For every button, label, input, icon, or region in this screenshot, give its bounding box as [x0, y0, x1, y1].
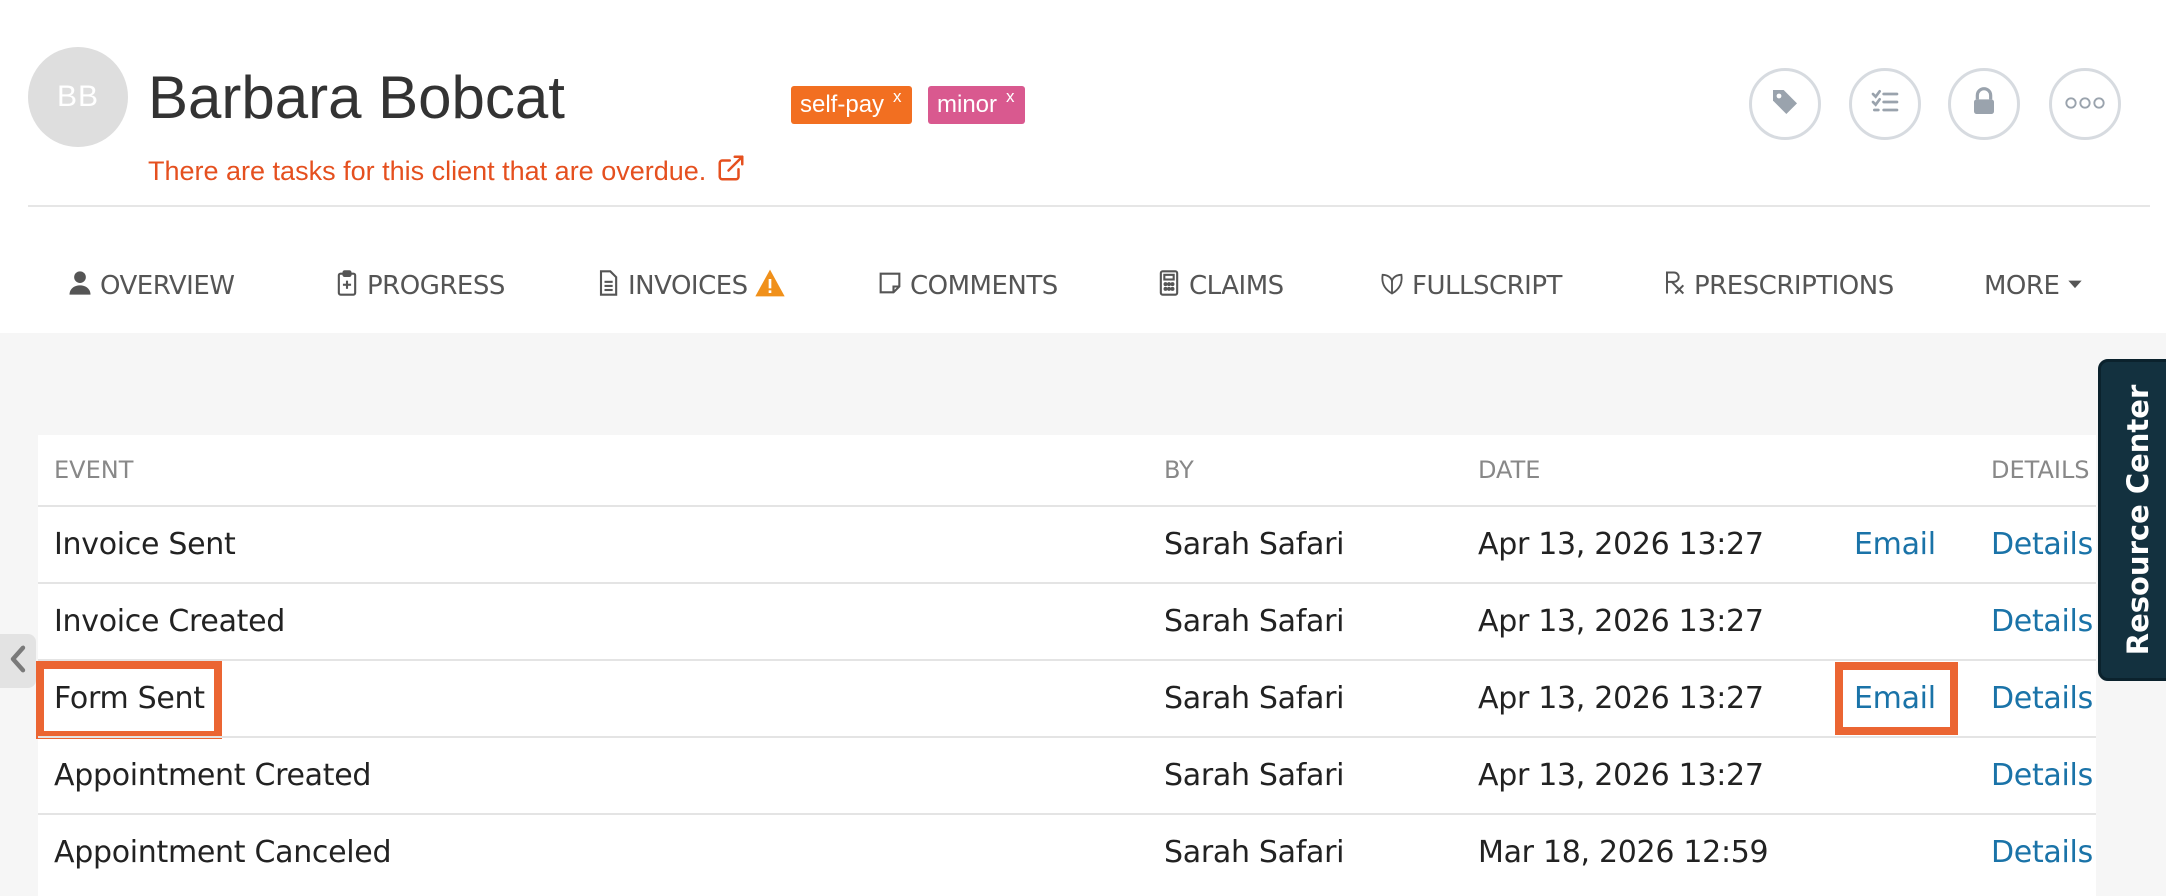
tag-label: minor [937, 91, 998, 118]
email-link[interactable]: Email [1854, 661, 1936, 736]
event-name: Form Sent [54, 681, 205, 716]
document-icon [594, 269, 622, 304]
lock-button[interactable] [1948, 68, 2020, 140]
table-row: Appointment Created Sarah Safari Apr 13,… [38, 736, 2096, 813]
tab-label: OVERVIEW [100, 271, 235, 301]
tab-label: FULLSCRIPT [1412, 271, 1562, 301]
tab-label: PRESCRIPTIONS [1694, 271, 1894, 301]
calculator-icon [1155, 269, 1183, 304]
tab-more[interactable]: MORE [1984, 255, 2085, 317]
event-date: Apr 13, 2026 13:27 [1478, 527, 1764, 562]
details-link[interactable]: Details [1991, 661, 2093, 736]
table-row: Invoice Sent Sarah Safari Apr 13, 2026 1… [38, 505, 2096, 582]
overdue-tasks-link[interactable]: There are tasks for this client that are… [148, 153, 746, 190]
tab-label: CLAIMS [1189, 271, 1284, 301]
column-header-event: EVENT [54, 456, 134, 484]
table-row: Invoice Created Sarah Safari Apr 13, 202… [38, 582, 2096, 659]
ellipsis-icon [2063, 95, 2107, 114]
event-by: Sarah Safari [1164, 835, 1345, 870]
rx-icon [1660, 269, 1688, 304]
tab-label: PROGRESS [367, 271, 505, 301]
details-link[interactable]: Details [1991, 584, 2093, 659]
tab-progress[interactable]: PROGRESS [333, 255, 505, 317]
client-name: Barbara Bobcat [148, 64, 565, 131]
client-avatar: BB [28, 47, 128, 147]
tags-button[interactable] [1749, 68, 1821, 140]
tab-label: COMMENTS [910, 271, 1058, 301]
table-row: Form Sent Sarah Safari Apr 13, 2026 13:2… [36, 659, 2096, 739]
event-table: EVENT BY DATE DETAILS Invoice Sent Sarah… [36, 435, 2096, 896]
resource-center-button[interactable]: Resource Center [2098, 359, 2166, 681]
event-name: Invoice Created [54, 604, 286, 639]
event-by: Sarah Safari [1164, 758, 1345, 793]
tasks-button[interactable] [1849, 68, 1921, 140]
tab-fullscript[interactable]: FULLSCRIPT [1378, 255, 1562, 317]
caret-down-icon [2065, 271, 2085, 301]
more-actions-button[interactable] [2049, 68, 2121, 140]
tab-invoices[interactable]: INVOICES [594, 255, 786, 317]
event-name: Appointment Created [54, 758, 372, 793]
header-divider [28, 205, 2150, 207]
details-link[interactable]: Details [1991, 507, 2093, 582]
event-date: Apr 13, 2026 13:27 [1478, 681, 1764, 716]
event-name: Invoice Sent [54, 527, 236, 562]
lock-icon [1968, 86, 2000, 122]
event-by: Sarah Safari [1164, 604, 1345, 639]
user-icon [66, 269, 94, 304]
column-header-by: BY [1164, 456, 1194, 484]
tab-prescriptions[interactable]: PRESCRIPTIONS [1660, 255, 1894, 317]
tag-minor: minor x [928, 86, 1025, 124]
event-date: Apr 13, 2026 13:27 [1478, 604, 1764, 639]
tab-comments[interactable]: COMMENTS [876, 255, 1058, 317]
checklist-icon [1869, 86, 1901, 122]
external-link-icon [716, 153, 746, 190]
avatar-initials: BB [56, 80, 100, 113]
tab-label: MORE [1984, 271, 2060, 301]
column-header-date: DATE [1478, 456, 1541, 484]
resource-center-label: Resource Center [2121, 384, 2155, 656]
event-date: Mar 18, 2026 12:59 [1478, 835, 1769, 870]
tag-icon [1769, 86, 1801, 122]
clipboard-plus-icon [333, 269, 361, 304]
overdue-notice: There are tasks for this client that are… [148, 156, 707, 186]
details-link[interactable]: Details [1991, 738, 2093, 813]
chevron-left-icon [7, 644, 29, 678]
event-name: Appointment Canceled [54, 835, 392, 870]
tag-label: self-pay [800, 91, 885, 118]
client-tabs: OVERVIEW PROGRESS INVOICES COMMENTS CLAI… [0, 255, 2166, 317]
collapse-sidebar-button[interactable] [0, 634, 36, 688]
warning-icon [754, 267, 786, 306]
tab-label: INVOICES [628, 271, 748, 301]
email-link[interactable]: Email [1854, 507, 1936, 582]
event-by: Sarah Safari [1164, 527, 1345, 562]
event-by: Sarah Safari [1164, 681, 1345, 716]
event-date: Apr 13, 2026 13:27 [1478, 758, 1764, 793]
tag-self-pay: self-pay x [791, 86, 912, 124]
tab-claims[interactable]: CLAIMS [1155, 255, 1284, 317]
tab-overview[interactable]: OVERVIEW [66, 255, 235, 317]
leaf-icon [1378, 269, 1406, 304]
column-header-details: DETAILS [1991, 456, 2090, 484]
tag-remove-button[interactable]: x [893, 87, 902, 107]
table-row: Appointment Canceled Sarah Safari Mar 18… [38, 813, 2096, 890]
client-history-panel: EVENT BY DATE DETAILS Invoice Sent Sarah… [0, 333, 2166, 896]
tag-remove-button[interactable]: x [1006, 87, 1015, 107]
note-icon [876, 269, 904, 304]
details-link[interactable]: Details [1991, 815, 2093, 890]
